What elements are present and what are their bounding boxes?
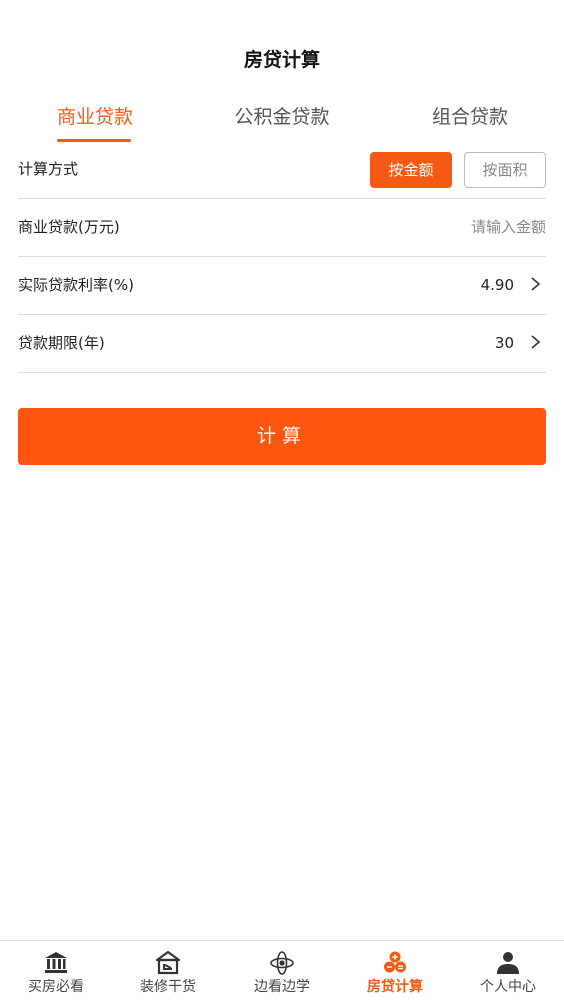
loan-term-row[interactable]: 贷款期限(年) 30	[18, 315, 546, 373]
house-icon	[155, 950, 181, 975]
calc-method-label: 计算方式	[18, 160, 79, 178]
user-icon	[497, 952, 519, 974]
loan-amount-input[interactable]: 请输入金额	[471, 199, 546, 255]
loan-amount-label: 商业贷款(万元)	[18, 218, 120, 236]
calculate-button[interactable]: 计算	[18, 408, 546, 465]
tabbar-label: 装修干货	[140, 979, 196, 995]
tabbar-label: 房贷计算	[367, 979, 423, 995]
tabbar-item-decoration[interactable]: 装修干货	[112, 941, 224, 1004]
tab-commercial-loan[interactable]: 商业贷款	[50, 100, 140, 144]
page-title: 房贷计算	[243, 49, 320, 71]
loan-type-tabs: 商业贷款 公积金贷款 组合贷款	[0, 100, 564, 144]
tab-provident-fund-loan[interactable]: 公积金贷款	[226, 100, 338, 144]
tabbar-label: 个人中心	[480, 979, 536, 995]
calculator-coins-icon	[384, 951, 406, 973]
tabbar-item-mortgage-calc[interactable]: 房贷计算	[339, 941, 451, 1004]
tabbar-label: 买房必看	[28, 979, 84, 995]
interest-rate-value: 4.90	[480, 276, 514, 294]
loan-term-label: 贷款期限(年)	[18, 334, 105, 352]
tabbar-label: 边看边学	[254, 979, 310, 995]
tabbar-item-profile[interactable]: 个人中心	[452, 941, 564, 1004]
chevron-right-icon	[531, 335, 541, 349]
chevron-right-icon	[531, 277, 541, 291]
interest-rate-row[interactable]: 实际贷款利率(%) 4.90	[18, 257, 546, 315]
bank-icon	[45, 952, 67, 973]
calc-method-row: 计算方式 按金额 按面积	[18, 141, 546, 199]
header: 房贷计算	[0, 0, 564, 92]
by-amount-button[interactable]: 按金额	[370, 152, 452, 188]
interest-rate-label: 实际贷款利率(%)	[18, 276, 134, 294]
atom-icon	[270, 951, 294, 975]
by-area-button[interactable]: 按面积	[464, 152, 546, 188]
tab-combined-loan[interactable]: 组合贷款	[424, 100, 516, 144]
loan-term-value: 30	[494, 334, 514, 352]
tabbar-item-learn[interactable]: 边看边学	[226, 941, 338, 1004]
loan-amount-row[interactable]: 商业贷款(万元) 请输入金额	[18, 199, 546, 257]
tabbar-item-buy-guide[interactable]: 买房必看	[0, 941, 112, 1004]
bottom-tab-bar: 买房必看 装修干货 边看边学 房贷计算 个人中心	[0, 940, 564, 1004]
